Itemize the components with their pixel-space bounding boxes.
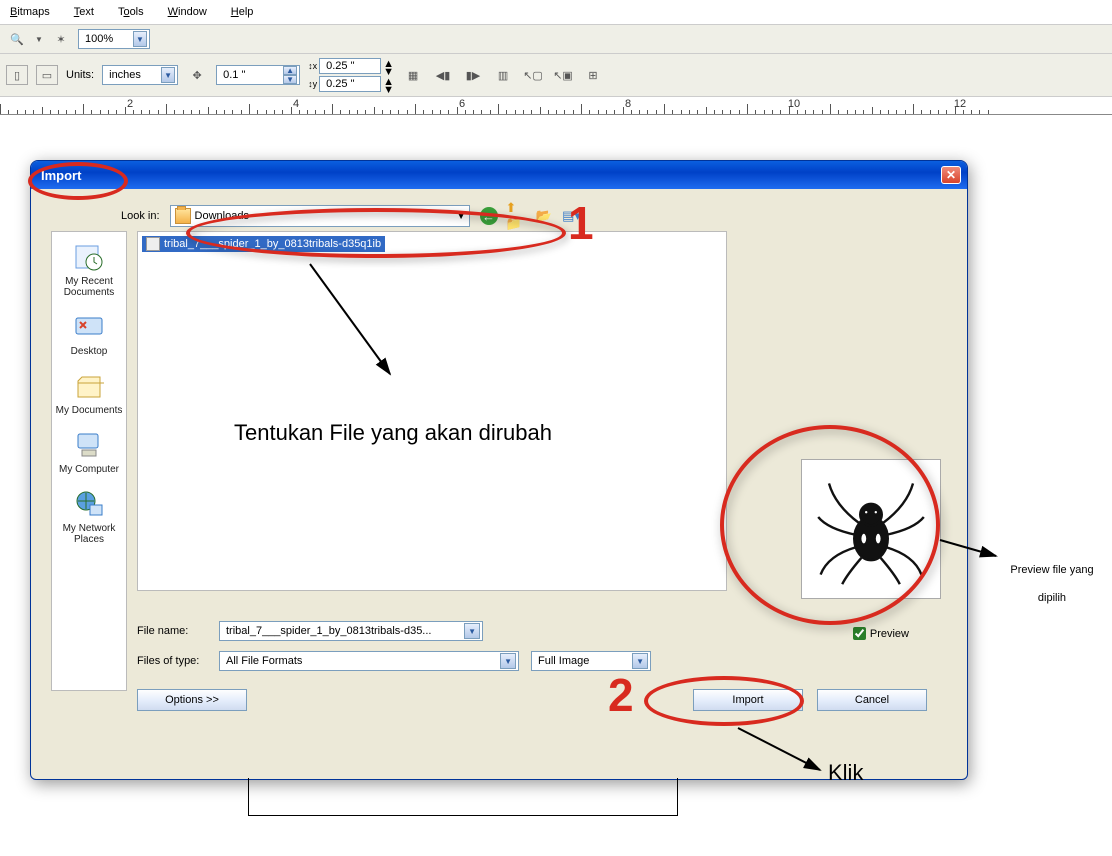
- annotation-preview-text: Preview file yang dipilih: [1002, 552, 1102, 607]
- annotation-klik: Klik: [828, 760, 863, 786]
- dupy-input[interactable]: 0.25 ": [319, 76, 381, 92]
- spark-icon[interactable]: ✶: [50, 29, 72, 49]
- menu-bitmaps[interactable]: BBitmapsitmaps: [10, 6, 50, 18]
- dupx-input[interactable]: 0.25 ": [319, 58, 381, 74]
- my-documents-icon: [72, 371, 106, 401]
- zoom-tool-icon[interactable]: 🔍: [6, 29, 28, 49]
- nudge-value: 0.1 ": [223, 69, 283, 81]
- spinner-down-icon[interactable]: ▼: [283, 75, 297, 84]
- spinner-up-icon[interactable]: ▲: [283, 66, 297, 75]
- new-folder-icon[interactable]: 📂: [534, 206, 554, 226]
- spinner-down-icon[interactable]: ▼: [383, 84, 394, 92]
- chevron-down-icon[interactable]: ▼: [632, 653, 648, 669]
- filename-value: tribal_7___spider_1_by_0813tribals-d35..…: [226, 625, 460, 637]
- dropdown-arrow-icon[interactable]: ▼: [34, 29, 44, 49]
- back-icon[interactable]: ←: [480, 207, 498, 225]
- chevron-down-icon[interactable]: ▼: [500, 653, 516, 669]
- recent-documents-icon: [72, 242, 106, 272]
- spinner-up-icon[interactable]: ▲: [383, 58, 394, 66]
- filetype-value: All File Formats: [226, 655, 496, 667]
- chevron-down-icon[interactable]: ▼: [133, 31, 147, 47]
- options-button[interactable]: Options >>: [137, 689, 247, 711]
- snap-fwd-icon[interactable]: ▮▶: [462, 65, 484, 85]
- import-button[interactable]: Import: [693, 689, 803, 711]
- dup-y-icon: ↕y: [308, 79, 317, 89]
- chevron-down-icon[interactable]: ▼: [161, 67, 175, 83]
- annotation-number-1: 1: [568, 196, 594, 250]
- filename-label: File name:: [137, 625, 207, 637]
- options-icon[interactable]: ⊞: [582, 65, 604, 85]
- dialog-title: Import: [37, 168, 81, 183]
- grid-icon[interactable]: ▦: [402, 65, 424, 85]
- snap-back-icon[interactable]: ◀▮: [432, 65, 454, 85]
- cancel-button[interactable]: Cancel: [817, 689, 927, 711]
- menu-window[interactable]: Window: [168, 6, 207, 18]
- place-network[interactable]: My Network Places: [55, 489, 123, 545]
- filetype-label: Files of type:: [137, 655, 207, 667]
- page-landscape-icon[interactable]: ▭: [36, 65, 58, 85]
- desktop-icon: [72, 312, 106, 342]
- lookin-combo[interactable]: Downloads ▼: [170, 205, 470, 227]
- zoom-combo[interactable]: 100% ▼: [78, 29, 150, 49]
- import-dialog: Import ✕ Look in: Downloads ▼ ← ⬆📁 📂 ▤▾: [30, 160, 968, 780]
- nudge-icon: ✥: [186, 65, 208, 85]
- file-name: tribal_7___spider_1_by_0813tribals-d35q1…: [164, 238, 381, 250]
- annotation-number-2: 2: [608, 668, 634, 722]
- menu-help[interactable]: Help: [231, 6, 254, 18]
- dup-x-icon: ↕x: [308, 61, 317, 71]
- decorative-frame: [248, 778, 678, 816]
- snap-icon[interactable]: ▥: [492, 65, 514, 85]
- places-bar: My Recent Documents Desktop My Documents: [51, 231, 127, 691]
- zoom-value: 100%: [85, 33, 133, 45]
- place-desktop[interactable]: Desktop: [55, 312, 123, 357]
- file-item-selected[interactable]: tribal_7___spider_1_by_0813tribals-d35q1…: [142, 236, 385, 252]
- file-icon: [146, 237, 160, 251]
- annotation-main-text: Tentukan File yang akan dirubah: [234, 420, 552, 446]
- place-mydocs[interactable]: My Documents: [55, 371, 123, 416]
- place-recent[interactable]: My Recent Documents: [55, 242, 123, 298]
- filename-combo[interactable]: tribal_7___spider_1_by_0813tribals-d35..…: [219, 621, 483, 641]
- my-computer-icon: [72, 430, 106, 460]
- folder-icon: [175, 208, 191, 224]
- titlebar: Import ✕: [31, 161, 967, 189]
- chevron-down-icon[interactable]: ▼: [464, 623, 480, 639]
- up-folder-icon[interactable]: ⬆📁: [506, 206, 526, 226]
- spider-icon: [811, 469, 931, 589]
- spinner-down-icon[interactable]: ▼: [383, 66, 394, 74]
- chevron-down-icon[interactable]: ▼: [456, 210, 467, 222]
- lookin-label: Look in:: [121, 210, 160, 222]
- units-label: Units:: [66, 69, 94, 81]
- menu-tools[interactable]: Tools: [118, 6, 144, 18]
- units-combo[interactable]: inches ▼: [102, 65, 178, 85]
- spinner-up-icon[interactable]: ▲: [383, 76, 394, 84]
- preview-label: Preview: [870, 628, 909, 640]
- filetype-combo[interactable]: All File Formats ▼: [219, 651, 519, 671]
- menu-text[interactable]: Text: [74, 6, 94, 18]
- network-places-icon: [72, 489, 106, 519]
- file-list[interactable]: tribal_7___spider_1_by_0813tribals-d35q1…: [137, 231, 727, 591]
- close-button[interactable]: ✕: [941, 166, 961, 184]
- nudge-input[interactable]: 0.1 " ▲ ▼: [216, 65, 300, 85]
- page-portrait-icon[interactable]: ▯: [6, 65, 28, 85]
- preview-checkbox[interactable]: [853, 627, 866, 640]
- cursor-snap2-icon[interactable]: ↖▣: [552, 65, 574, 85]
- cursor-snap-icon[interactable]: ↖▢: [522, 65, 544, 85]
- ruler: 2 4 6 8 10 12: [0, 97, 1112, 115]
- place-mycomputer[interactable]: My Computer: [55, 430, 123, 475]
- lookin-value: Downloads: [195, 210, 456, 222]
- preview-thumbnail: [801, 459, 941, 599]
- units-value: inches: [109, 69, 161, 81]
